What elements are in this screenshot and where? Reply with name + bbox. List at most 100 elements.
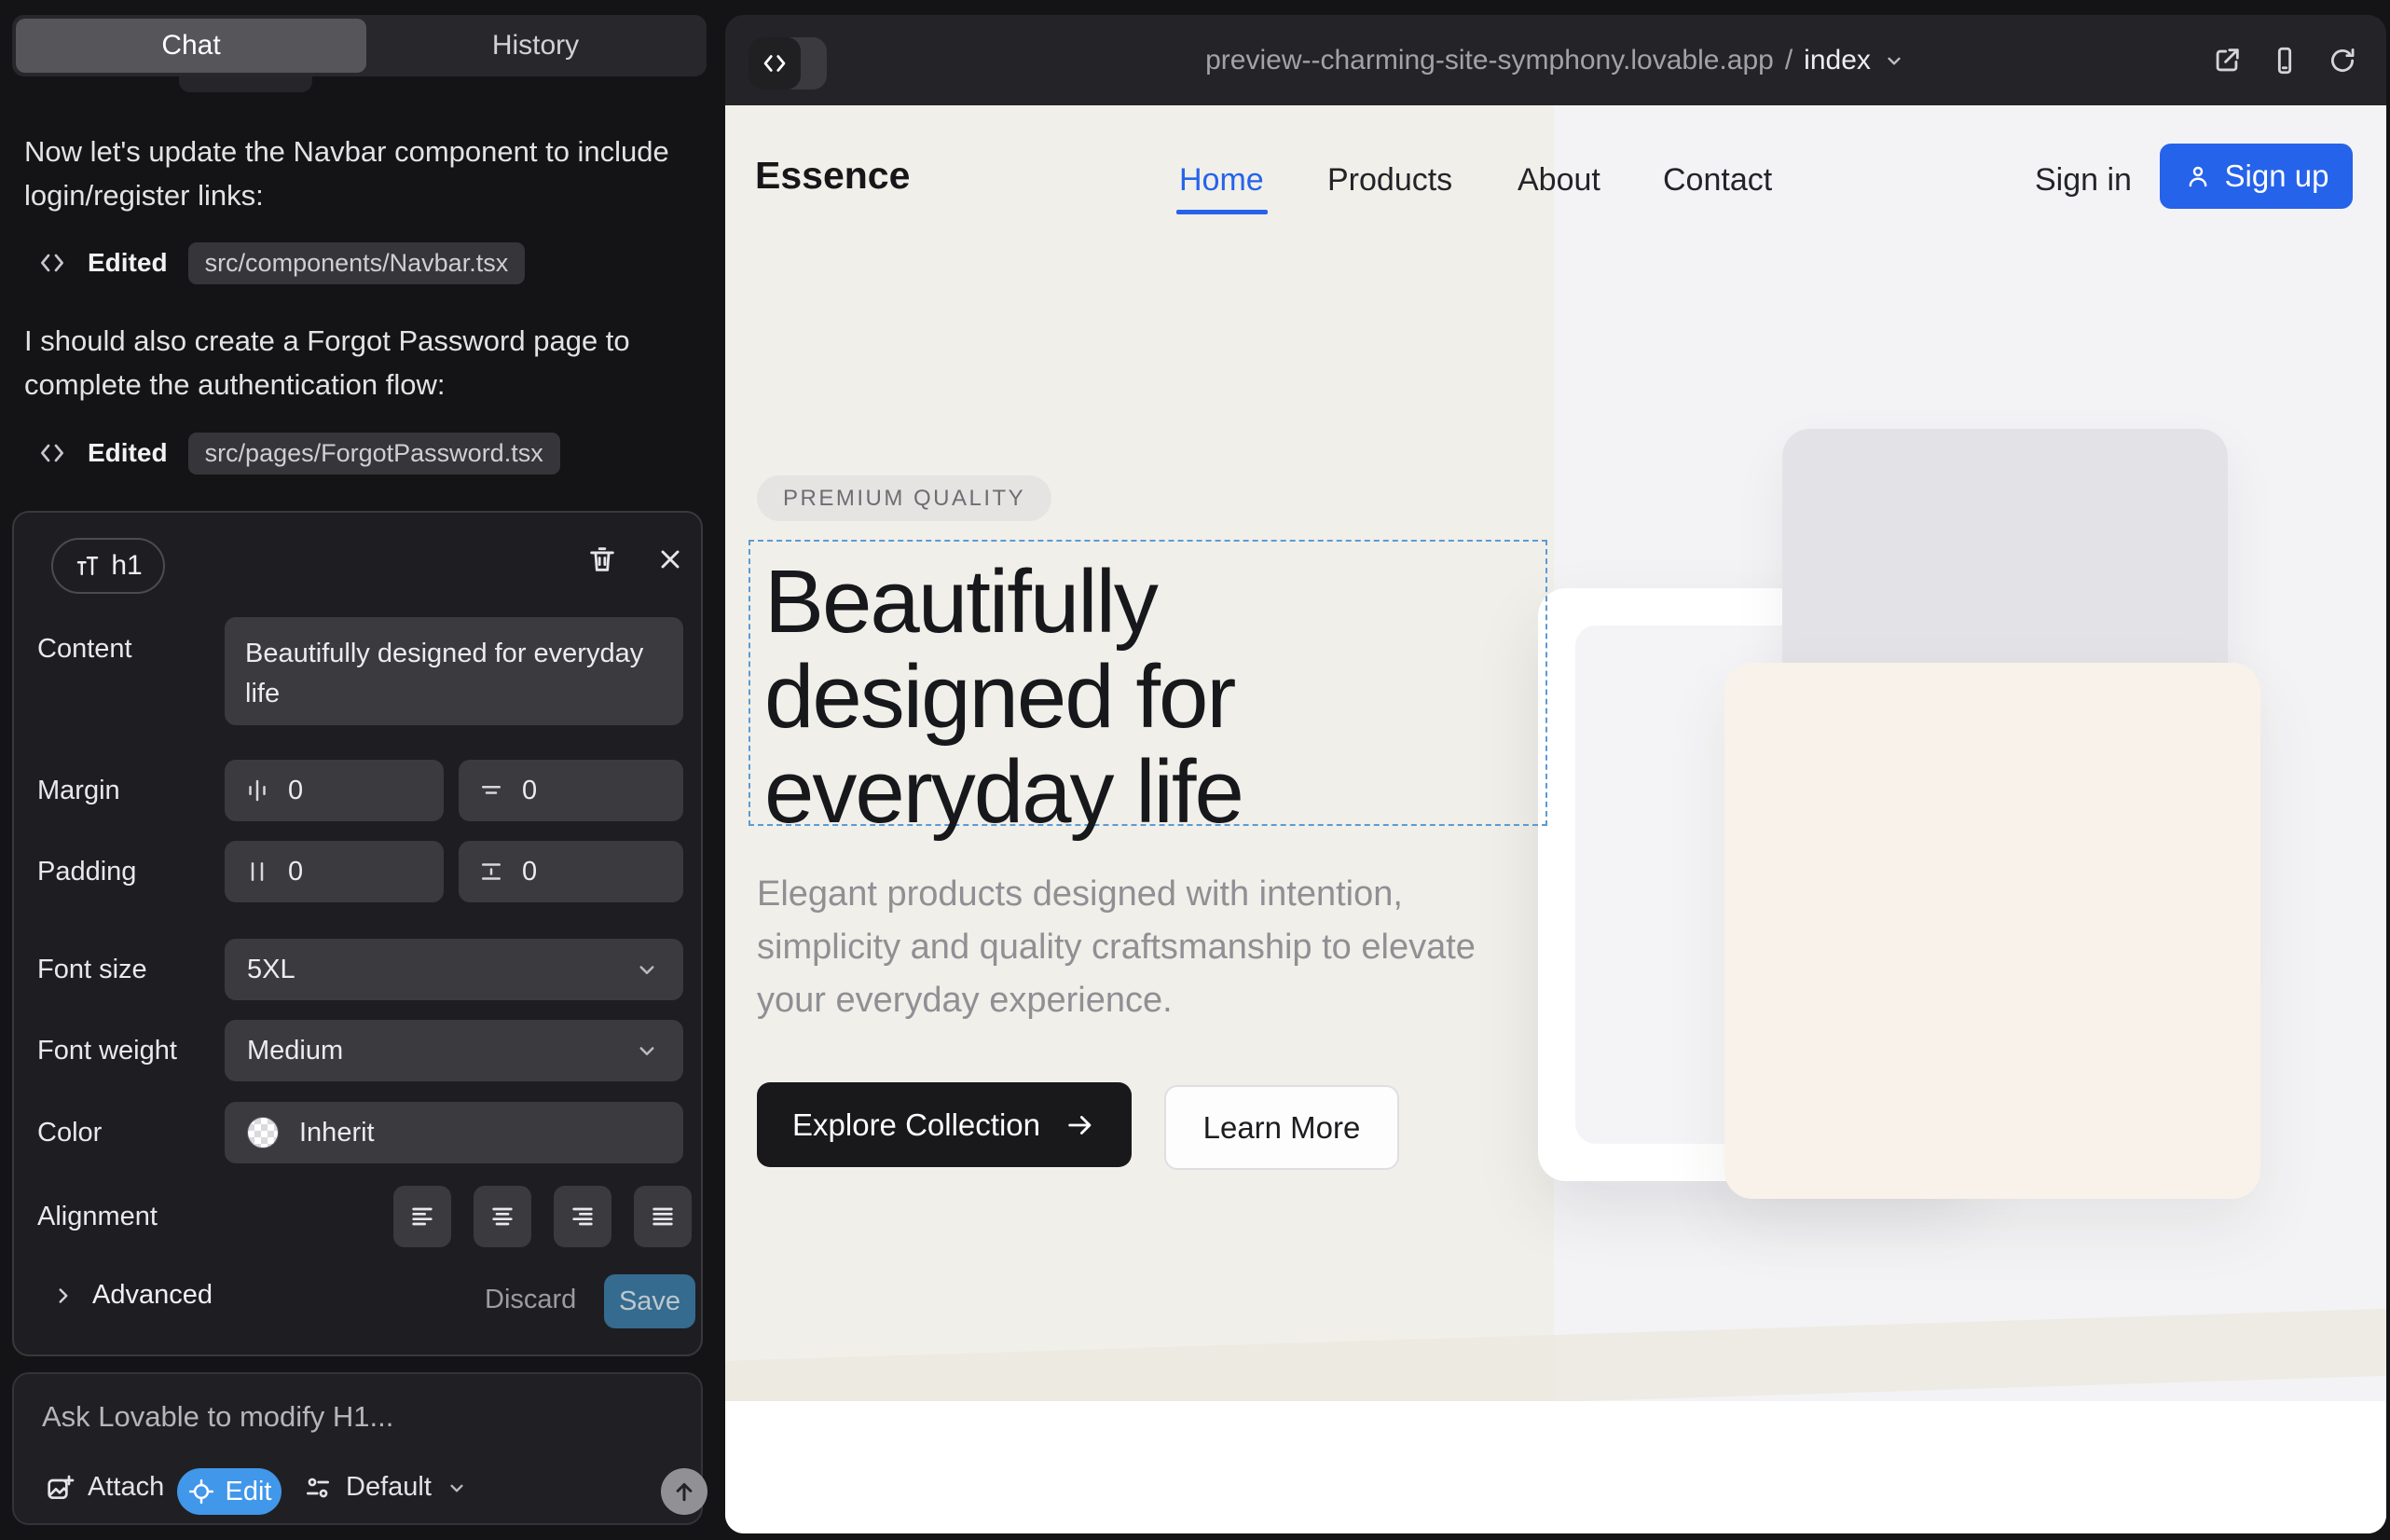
- refresh-icon[interactable]: [2327, 45, 2358, 76]
- file-chip: src/components/Navbar.tsx: [188, 242, 526, 284]
- edited-file-row[interactable]: Edited src/pages/ForgotPassword.tsx: [37, 431, 560, 475]
- nav-link-contact[interactable]: Contact: [1663, 162, 1772, 199]
- edited-file-row[interactable]: Edited src/components/Navbar.tsx: [37, 241, 525, 285]
- alignment-label: Alignment: [37, 1202, 158, 1232]
- save-button[interactable]: Save: [604, 1274, 695, 1328]
- align-right-button[interactable]: [554, 1186, 611, 1247]
- font-size-label: Font size: [37, 955, 147, 985]
- edited-label: Edited: [88, 248, 168, 278]
- color-select[interactable]: Inherit: [225, 1102, 683, 1163]
- trash-icon: [586, 543, 618, 575]
- close-icon: [655, 544, 685, 574]
- chevron-down-icon: [633, 956, 661, 983]
- active-nav-underline: [1176, 210, 1268, 214]
- explore-collection-button[interactable]: Explore Collection: [757, 1082, 1132, 1167]
- nav-link-about[interactable]: About: [1518, 162, 1600, 199]
- next-section-band: [725, 1401, 2386, 1533]
- margin-x-input[interactable]: 0: [225, 760, 444, 821]
- font-size-select[interactable]: 5XL: [225, 939, 683, 1000]
- file-chip: src/pages/ForgotPassword.tsx: [188, 433, 560, 474]
- align-left-button[interactable]: [393, 1186, 451, 1247]
- crosshair-icon: [187, 1478, 215, 1506]
- website-canvas: Essence Home Products About Contact Sign…: [725, 105, 2386, 1533]
- delete-element-button[interactable]: [576, 533, 628, 585]
- margin-y-input[interactable]: 0: [459, 760, 683, 821]
- code-icon: [37, 248, 67, 278]
- padding-x-icon: [243, 858, 271, 886]
- font-weight-value: Medium: [247, 1036, 343, 1066]
- hero-badge: PREMIUM QUALITY: [757, 475, 1051, 521]
- site-logo[interactable]: Essence: [755, 154, 910, 198]
- nav-link-home[interactable]: Home: [1179, 162, 1264, 199]
- element-editor-panel: h1 Content Beautifully designed for ever…: [12, 511, 703, 1356]
- sign-up-label: Sign up: [2225, 158, 2329, 194]
- align-left-icon: [407, 1202, 437, 1231]
- align-justify-button[interactable]: [634, 1186, 692, 1247]
- tab-chat[interactable]: Chat: [16, 19, 366, 73]
- code-icon: [37, 438, 67, 468]
- padding-y-icon: [477, 858, 505, 886]
- send-button[interactable]: [661, 1468, 707, 1515]
- chevron-down-icon: [445, 1476, 469, 1500]
- mode-selector[interactable]: Default: [303, 1472, 469, 1503]
- url-breadcrumb[interactable]: preview--charming-site-symphony.lovable.…: [725, 15, 2386, 105]
- margin-y-value: 0: [522, 776, 537, 806]
- edit-mode-button[interactable]: Edit: [177, 1468, 282, 1515]
- margin-x-icon: [243, 777, 271, 804]
- font-weight-select[interactable]: Medium: [225, 1020, 683, 1081]
- close-panel-button[interactable]: [644, 533, 696, 585]
- padding-y-input[interactable]: 0: [459, 841, 683, 902]
- padding-y-value: 0: [522, 857, 537, 887]
- align-right-icon: [568, 1202, 598, 1231]
- chevron-right-icon: [51, 1284, 76, 1308]
- url-host: preview--charming-site-symphony.lovable.…: [1205, 45, 1774, 76]
- align-center-button[interactable]: [474, 1186, 531, 1247]
- color-value: Inherit: [299, 1118, 375, 1148]
- chevron-down-icon: [633, 1037, 661, 1065]
- sign-in-link[interactable]: Sign in: [2035, 162, 2132, 199]
- learn-more-button[interactable]: Learn More: [1164, 1085, 1399, 1170]
- hero-heading-line: everyday life: [764, 745, 1547, 840]
- attach-label: Attach: [88, 1472, 164, 1503]
- primary-cta-label: Explore Collection: [792, 1107, 1040, 1143]
- preview-pane: preview--charming-site-symphony.lovable.…: [725, 15, 2386, 1533]
- edited-label: Edited: [88, 438, 168, 468]
- selected-element-pill: h1: [51, 538, 165, 594]
- sliders-icon: [303, 1473, 333, 1503]
- attach-image-icon: [45, 1473, 75, 1503]
- decor-card-peach: [1724, 663, 2260, 1199]
- hero-heading[interactable]: Beautifully designed for everyday life: [764, 555, 1547, 840]
- mobile-view-icon[interactable]: [2269, 45, 2301, 76]
- open-external-icon[interactable]: [2211, 45, 2243, 76]
- padding-x-input[interactable]: 0: [225, 841, 444, 902]
- content-label: Content: [37, 634, 132, 665]
- font-weight-label: Font weight: [37, 1036, 177, 1066]
- lovable-app-window: Chat History Now let's update the Navbar…: [0, 0, 2390, 1540]
- tab-history[interactable]: History: [368, 19, 703, 73]
- preview-topbar: preview--charming-site-symphony.lovable.…: [725, 15, 2386, 105]
- url-page: index: [1804, 45, 1871, 76]
- type-icon: [74, 552, 102, 580]
- color-swatch: [247, 1117, 279, 1148]
- chat-message: I should also create a Forgot Password p…: [24, 319, 677, 406]
- align-justify-icon: [648, 1202, 678, 1231]
- url-separator: /: [1785, 45, 1792, 76]
- hero-description: Elegant products designed with intention…: [757, 868, 1507, 1027]
- padding-x-value: 0: [288, 857, 303, 887]
- advanced-toggle[interactable]: Advanced: [51, 1280, 213, 1311]
- sign-up-button[interactable]: Sign up: [2160, 144, 2353, 209]
- hero-heading-line: designed for: [764, 650, 1547, 745]
- scrolled-chip-partial: [179, 76, 312, 92]
- margin-y-icon: [477, 777, 505, 804]
- nav-link-products[interactable]: Products: [1327, 162, 1452, 199]
- chevron-down-icon: [1882, 48, 1906, 73]
- discard-button[interactable]: Discard: [485, 1285, 576, 1315]
- attach-button[interactable]: Attach: [45, 1472, 164, 1503]
- arrow-right-icon: [1065, 1109, 1096, 1141]
- chat-message: Now let's update the Navbar component to…: [24, 130, 677, 217]
- margin-x-value: 0: [288, 776, 303, 806]
- mode-label: Default: [346, 1472, 432, 1503]
- font-size-value: 5XL: [247, 955, 295, 985]
- composer-input[interactable]: [42, 1400, 657, 1434]
- content-input[interactable]: Beautifully designed for everyday life: [225, 617, 683, 725]
